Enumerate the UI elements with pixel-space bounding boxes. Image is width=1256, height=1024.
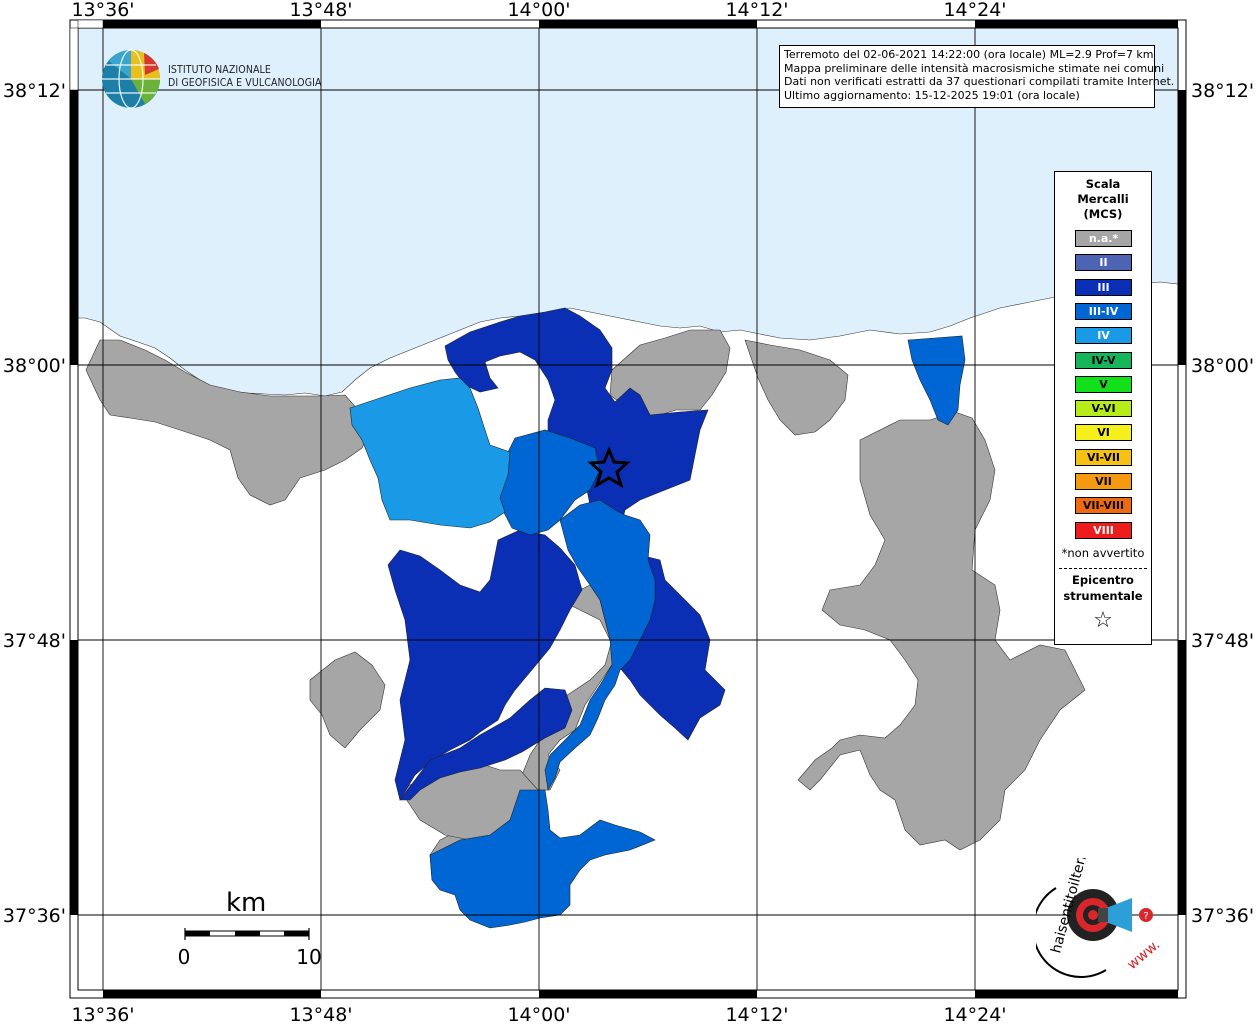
lat-label-left-3: 37°48': [3, 630, 66, 652]
legend-item: II: [1075, 254, 1132, 272]
institute-name-line1: ISTITUTO NAZIONALE: [168, 64, 271, 76]
institute-name: ISTITUTO NAZIONALE DI GEOFISICA E VULCAN…: [168, 64, 322, 90]
scale-bar-unit: km: [226, 888, 267, 918]
scale-bar-start-label: 0: [178, 945, 191, 969]
legend-epicenter-label: Epicentro strumentale: [1055, 572, 1151, 604]
lon-label-top-3: 14°00': [507, 0, 570, 21]
legend-title-line2: Mercalli: [1077, 192, 1129, 206]
legend-item: III-IV: [1075, 302, 1132, 320]
legend-item: V: [1075, 375, 1132, 393]
earthquake-info-box: Terremoto del 02-06-2021 14:22:00 (ora l…: [779, 45, 1175, 108]
svg-text:?: ?: [1143, 911, 1148, 922]
lon-label-top-2: 13°48': [289, 0, 352, 21]
legend-epicenter-star-icon: ☆: [1093, 608, 1113, 633]
legend-item: III: [1075, 278, 1132, 296]
lon-label-bottom-1: 13°36': [71, 1004, 134, 1024]
lon-label-top-1: 13°36': [71, 0, 134, 21]
lat-label-left-1: 38°12': [3, 80, 66, 102]
lon-label-top-5: 14°24': [943, 0, 1006, 21]
legend-title: Scala Mercalli (MCS): [1055, 177, 1151, 222]
lon-label-bottom-2: 13°48': [289, 1004, 352, 1024]
lat-label-right-1: 38°12': [1191, 80, 1254, 102]
info-line-2: Mappa preliminare delle intensità macros…: [784, 61, 1165, 75]
lat-label-left-4: 37°36': [3, 905, 66, 927]
lat-label-right-2: 38°00': [1191, 355, 1254, 377]
lon-label-bottom-5: 14°24': [943, 1004, 1006, 1024]
legend-separator: [1059, 568, 1147, 569]
haisentito-logo-icon: ? haisentitoilterremoto.it www.: [1036, 858, 1160, 978]
legend-title-line1: Scala: [1085, 177, 1121, 191]
legend-epicenter-line1: Epicentro: [1072, 573, 1134, 587]
legend-item: VII: [1075, 473, 1132, 490]
info-line-3: Dati non verificati estratti da 37 quest…: [784, 75, 1175, 88]
legend-item: VIII: [1075, 521, 1132, 539]
legend-not-felt-note: *non avvertito: [1061, 546, 1145, 560]
lat-label-right-3: 37°48': [1191, 630, 1254, 652]
info-line-4: Ultimo aggiornamento: 15-12-2025 19:01 (…: [784, 88, 1080, 102]
scale-bar-end-label: 10: [296, 945, 321, 969]
legend-item: VI: [1075, 424, 1132, 442]
legend-item: VI-VII: [1075, 448, 1132, 466]
legend-item: IV-V: [1075, 351, 1132, 369]
legend-epicenter-line2: strumentale: [1063, 589, 1143, 603]
legend-title-line3: (MCS): [1083, 207, 1123, 221]
legend-item: n.a.*: [1075, 230, 1132, 247]
mercalli-legend: Scala Mercalli (MCS) n.a.* II III III-IV IV I…: [1054, 171, 1152, 645]
lon-label-bottom-4: 14°12': [725, 1004, 788, 1024]
info-line-1: Terremoto del 02-06-2021 14:22:00 (ora l…: [784, 48, 1154, 61]
legend-item: VII-VIII: [1075, 497, 1132, 515]
legend-item: V-VI: [1075, 400, 1132, 418]
lat-label-left-2: 38°00': [3, 355, 66, 377]
legend-item: IV: [1075, 327, 1132, 345]
lon-label-top-4: 14°12': [725, 0, 788, 21]
haisentito-logo-url: www.: [1124, 937, 1160, 973]
institute-name-line2: DI GEOFISICA E VULCANOLOGIA: [168, 77, 322, 89]
lat-label-right-4: 37°36': [1191, 905, 1254, 927]
lon-label-bottom-3: 14°00': [507, 1004, 570, 1024]
